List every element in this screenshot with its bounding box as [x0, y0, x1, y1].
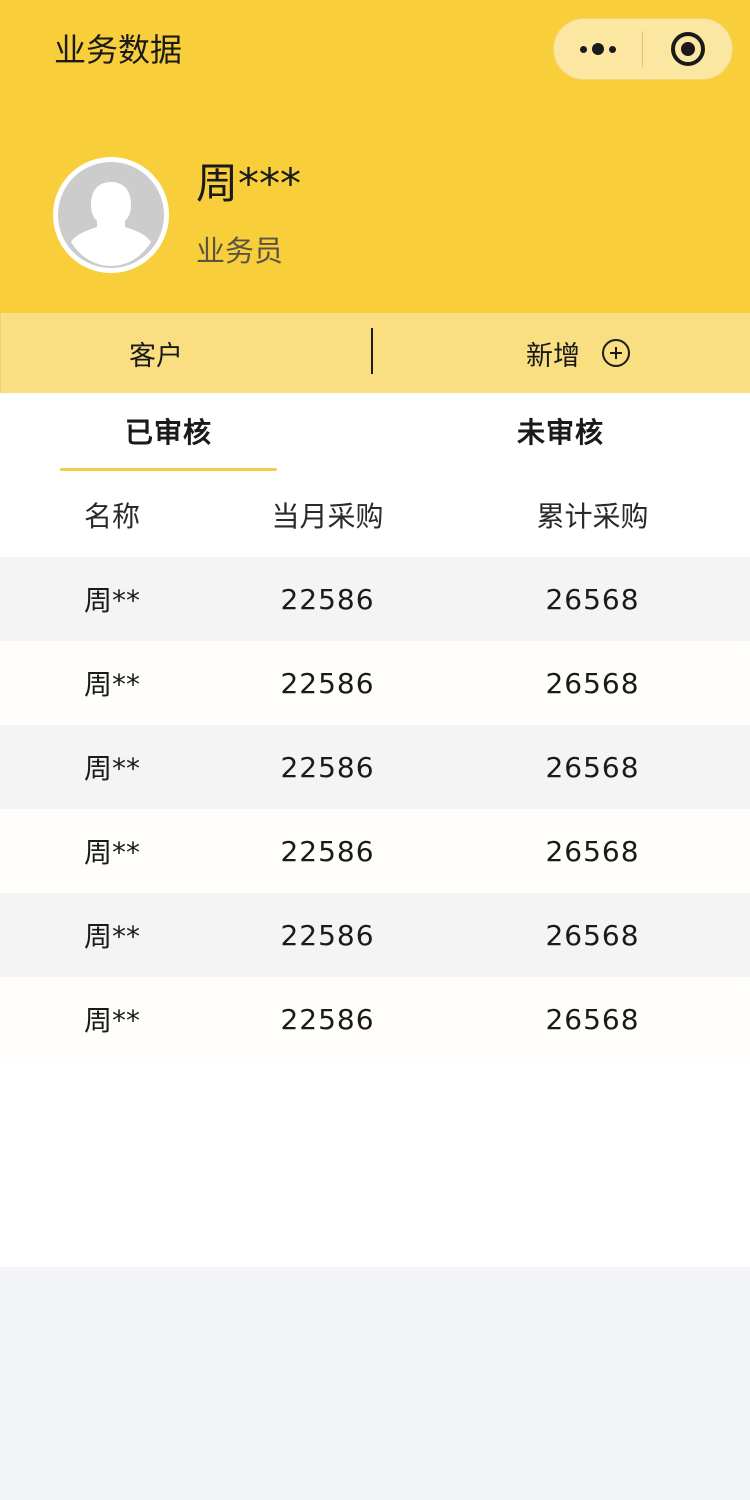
cell-total-purchase: 26568 [545, 750, 640, 784]
tab-approved[interactable]: 已审核 [60, 393, 277, 473]
customers-button[interactable]: 客户 [1, 313, 371, 393]
customer-list-panel: 已审核 未审核 名称 当月采购 累计采购 周** 22586 26568 周**… [0, 393, 750, 1267]
cell-monthly-purchase: 22586 [280, 750, 375, 784]
table-row[interactable]: 周** 22586 26568 [0, 809, 750, 893]
cell-name: 周** [84, 1004, 141, 1037]
add-label: 新增 [526, 340, 580, 372]
user-role: 业务员 [196, 234, 284, 268]
table-row[interactable]: 周** 22586 26568 [0, 893, 750, 977]
table-body: 周** 22586 26568 周** 22586 26568 周** 2258… [0, 557, 750, 1061]
page-title: 业务数据 [54, 31, 183, 69]
customers-label: 客户 [129, 340, 183, 372]
column-header-total-purchase: 累计采购 [536, 500, 649, 533]
table-header: 名称 当月采购 累计采购 [0, 473, 750, 557]
table-row[interactable]: 周** 22586 26568 [0, 725, 750, 809]
profile-header: 业务数据 周*** 业务员 [0, 0, 750, 313]
cell-name: 周** [84, 920, 141, 953]
add-customer-button[interactable]: 新增 [526, 313, 630, 393]
table-row[interactable]: 周** 22586 26568 [0, 557, 750, 641]
cell-monthly-purchase: 22586 [280, 918, 375, 952]
tab-pending[interactable]: 未审核 [452, 393, 669, 473]
active-tab-indicator [60, 468, 277, 471]
user-name: 周*** [196, 159, 302, 208]
column-header-monthly-purchase: 当月采购 [271, 500, 384, 533]
cell-total-purchase: 26568 [545, 1002, 640, 1036]
cell-monthly-purchase: 22586 [280, 834, 375, 868]
action-bar: 客户 新增 [0, 313, 750, 393]
avatar [53, 157, 169, 273]
cell-name: 周** [84, 836, 141, 869]
action-divider [371, 328, 373, 374]
plus-circle-icon [602, 339, 630, 367]
cell-monthly-purchase: 22586 [280, 666, 375, 700]
cell-name: 周** [84, 752, 141, 785]
cell-monthly-purchase: 22586 [280, 582, 375, 616]
cell-total-purchase: 26568 [545, 834, 640, 868]
capsule-divider [642, 31, 643, 67]
cell-name: 周** [84, 668, 141, 701]
table-row[interactable]: 周** 22586 26568 [0, 977, 750, 1061]
cell-monthly-purchase: 22586 [280, 1002, 375, 1036]
mini-program-capsule [553, 18, 733, 80]
table-row[interactable]: 周** 22586 26568 [0, 641, 750, 725]
cell-total-purchase: 26568 [545, 582, 640, 616]
cell-name: 周** [84, 584, 141, 617]
more-dots-icon[interactable] [554, 19, 642, 79]
cell-total-purchase: 26568 [545, 918, 640, 952]
default-avatar-icon [58, 162, 164, 268]
column-header-name: 名称 [84, 500, 141, 533]
target-close-icon[interactable] [671, 32, 705, 66]
cell-total-purchase: 26568 [545, 666, 640, 700]
